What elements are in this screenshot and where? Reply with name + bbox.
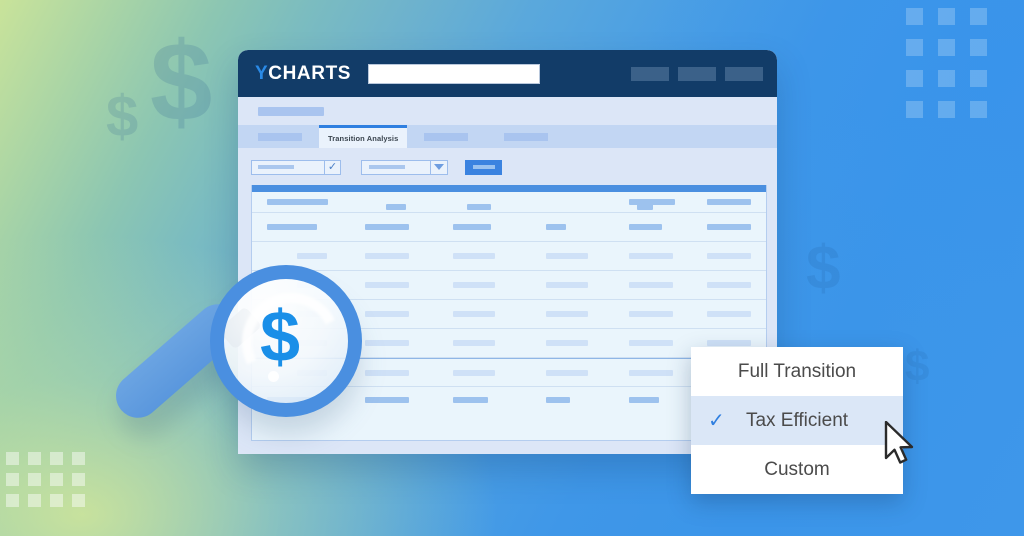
column-header (364, 224, 409, 230)
menu-item-label: Custom (764, 458, 830, 480)
app-header: YCHARTS (238, 50, 777, 97)
menu-item-custom[interactable]: Custom (691, 445, 903, 494)
chevron-down-icon (434, 164, 444, 170)
strategy-select[interactable] (361, 159, 431, 175)
ycharts-logo[interactable]: YCHARTS (255, 63, 351, 85)
cell-value (707, 253, 752, 259)
filter-text-value (258, 165, 294, 169)
menu-item-label: Tax Efficient (745, 409, 849, 431)
column-header (629, 224, 663, 230)
filter-apply-checkbox[interactable]: ✓ (325, 159, 341, 175)
tab-bar: Transition Analysis (238, 125, 777, 148)
menu-item-full-transition[interactable]: Full Transition (691, 347, 903, 396)
cell-value (364, 253, 409, 259)
cell-value (629, 397, 660, 403)
mouse-cursor-icon (884, 421, 914, 464)
menu-item-label: Full Transition (737, 360, 857, 382)
screenshot-canvas: $ $ $ $ YCHARTS Transition Analysis ✓ $ … (0, 0, 1024, 536)
magnifier-illustration: $ (100, 243, 362, 450)
column-header (545, 224, 566, 230)
cell-value (545, 369, 588, 376)
cell-value (364, 397, 409, 403)
table-row (252, 204, 766, 242)
magnifier-ring (210, 265, 362, 417)
breadcrumb[interactable] (258, 106, 324, 116)
cell-value (629, 311, 674, 317)
cell-value (707, 199, 752, 205)
check-icon: ✓ (708, 409, 725, 432)
cell-value (452, 397, 488, 403)
cell-value (707, 311, 752, 317)
cell-value (629, 253, 674, 259)
cell-value (267, 199, 328, 205)
cell-value (629, 340, 674, 346)
run-button[interactable] (465, 159, 502, 175)
transition-type-dropdown-menu: Full Transition ✓ Tax Efficient Custom (691, 347, 903, 494)
cell-value (364, 282, 409, 288)
header-nav-button-1[interactable] (631, 66, 669, 81)
tab-placeholder-2[interactable] (424, 133, 469, 141)
cell-value (545, 397, 570, 403)
column-header (452, 224, 491, 230)
header-nav-buttons (631, 66, 763, 81)
filter-text-input[interactable] (251, 159, 325, 175)
tab-placeholder-3[interactable] (504, 133, 549, 141)
cell-value (452, 311, 495, 317)
column-header (267, 224, 317, 230)
cell-value (452, 282, 495, 288)
cell-value (364, 369, 409, 376)
cell-value (452, 253, 495, 259)
cell-value (364, 311, 409, 317)
table-header-accent-bar (252, 185, 766, 192)
strategy-select-toggle[interactable] (431, 159, 448, 175)
cell-value (545, 282, 588, 288)
logo-wordmark: CHARTS (268, 62, 352, 84)
tab-transition-analysis-label: Transition Analysis (328, 133, 399, 143)
header-nav-button-2[interactable] (678, 66, 716, 81)
cell-value (364, 340, 409, 346)
cell-value (545, 253, 588, 259)
column-header-sub (637, 204, 654, 210)
filter-toolbar: ✓ (251, 159, 767, 175)
cell-value (545, 311, 588, 317)
table-row (252, 192, 766, 213)
logo-y-mark: Y (255, 62, 269, 84)
run-button-label (472, 165, 495, 169)
column-header-sub (466, 204, 491, 210)
menu-item-tax-efficient[interactable]: ✓ Tax Efficient (691, 396, 903, 445)
cell-value (629, 369, 674, 376)
tab-placeholder-1[interactable] (258, 133, 302, 141)
column-header-sub (385, 204, 406, 210)
cell-value (629, 282, 674, 288)
column-header (707, 224, 752, 230)
header-nav-button-3[interactable] (725, 66, 763, 81)
breadcrumb-bar (238, 97, 777, 125)
global-search-input[interactable] (368, 63, 541, 84)
cell-value (452, 369, 495, 376)
cell-value (707, 282, 752, 288)
cell-value (545, 340, 588, 346)
cell-value (707, 340, 752, 346)
cell-value (452, 340, 495, 346)
tab-transition-analysis[interactable]: Transition Analysis (319, 125, 408, 148)
strategy-select-value (369, 165, 405, 169)
